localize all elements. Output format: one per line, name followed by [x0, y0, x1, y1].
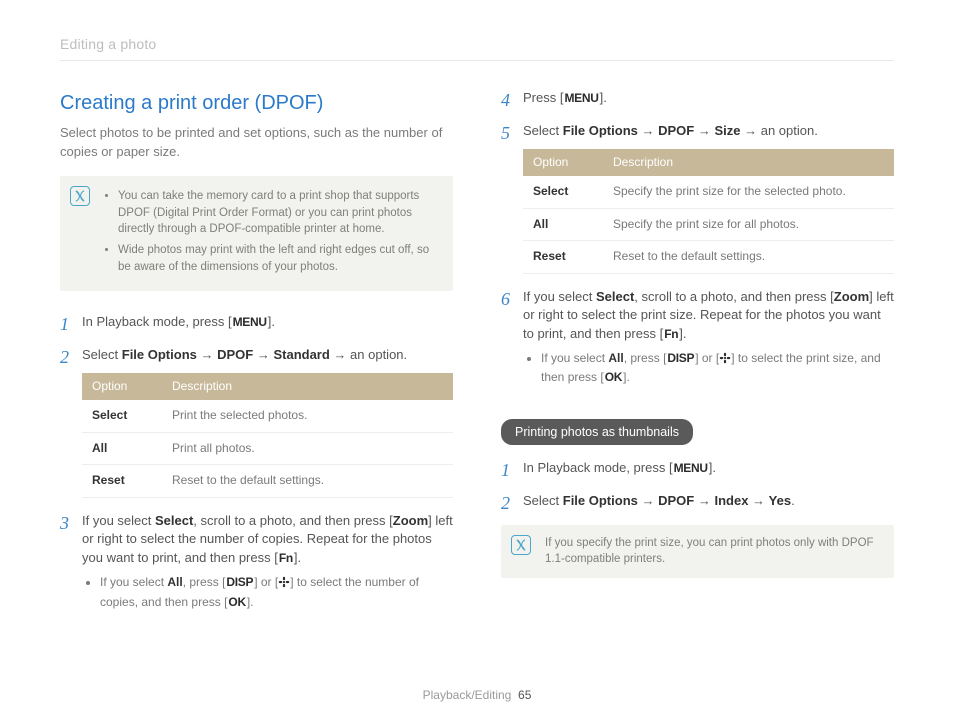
table-row: AllSpecify the print size for all photos… — [523, 208, 894, 240]
step-6: 6 If you select Select, scroll to a phot… — [501, 288, 894, 387]
step-number: 2 — [501, 490, 510, 516]
step-number: 4 — [501, 87, 510, 113]
step-5: 5 Select File Options → DPOF → Size → an… — [501, 122, 894, 273]
table-header: Option — [523, 149, 603, 176]
disp-key-icon: DISP — [225, 574, 254, 591]
note-box: You can take the memory card to a print … — [60, 176, 453, 291]
thumb-step-1: 1 In Playback mode, press [MENU]. — [501, 459, 894, 478]
note-item: Wide photos may print with the left and … — [118, 242, 439, 275]
table-row: AllPrint all photos. — [82, 432, 453, 464]
step-text: In Playback mode, press [ — [82, 314, 232, 329]
right-column: 4 Press [MENU]. 5 Select File Options → … — [501, 89, 894, 625]
menu-key-icon: MENU — [563, 90, 599, 107]
footer-section: Playback/Editing — [423, 688, 512, 702]
menu-path: DPOF — [217, 347, 253, 362]
breadcrumb: Editing a photo — [60, 34, 894, 61]
page-number: 65 — [518, 688, 531, 702]
step-text: Select — [82, 347, 122, 362]
note-icon — [70, 186, 90, 206]
table-header: Description — [603, 149, 894, 176]
left-column: Creating a print order (DPOF) Select pho… — [60, 89, 453, 625]
step-text: ]. — [268, 314, 275, 329]
table-row: SelectSpecify the print size for the sel… — [523, 176, 894, 208]
step-number: 1 — [60, 311, 69, 337]
subsection-pill: Printing photos as thumbnails — [501, 419, 693, 445]
fn-key-icon: Fn — [663, 326, 679, 343]
table-row: ResetReset to the default settings. — [82, 465, 453, 497]
note-box: If you specify the print size, you can p… — [501, 525, 894, 578]
step-number: 6 — [501, 286, 510, 312]
step-number: 1 — [501, 457, 510, 483]
table-header: Option — [82, 373, 162, 400]
ok-key-icon: OK — [604, 369, 623, 386]
sub-bullet: If you select All, press [DISP] or [] to… — [100, 574, 453, 611]
step-number: 3 — [60, 510, 69, 536]
menu-key-icon: MENU — [673, 460, 709, 477]
fn-key-icon: Fn — [278, 550, 294, 567]
options-table: OptionDescription SelectPrint the select… — [82, 373, 453, 498]
thumb-step-2: 2 Select File Options → DPOF → Index → Y… — [501, 492, 894, 511]
note-item: You can take the memory card to a print … — [118, 188, 439, 238]
macro-flower-icon — [719, 352, 731, 369]
menu-path: File Options — [122, 347, 197, 362]
step-4: 4 Press [MENU]. — [501, 89, 894, 108]
step-2: 2 Select File Options → DPOF → Standard … — [60, 346, 453, 497]
step-number: 5 — [501, 120, 510, 146]
note-text: If you specify the print size, you can p… — [545, 537, 874, 566]
sub-bullet: If you select All, press [DISP] or [] to… — [541, 350, 894, 387]
options-table: OptionDescription SelectSpecify the prin… — [523, 149, 894, 274]
step-1: 1 In Playback mode, press [MENU]. — [60, 313, 453, 332]
table-header: Description — [162, 373, 453, 400]
macro-flower-icon — [278, 576, 290, 593]
section-intro: Select photos to be printed and set opti… — [60, 124, 453, 162]
note-icon — [511, 535, 531, 555]
table-row: SelectPrint the selected photos. — [82, 400, 453, 432]
table-row: ResetReset to the default settings. — [523, 241, 894, 273]
disp-key-icon: DISP — [666, 350, 695, 367]
menu-path: Standard — [273, 347, 329, 362]
page-footer: Playback/Editing 65 — [0, 687, 954, 704]
step-number: 2 — [60, 344, 69, 370]
menu-key-icon: MENU — [232, 314, 268, 331]
ok-key-icon: OK — [227, 594, 246, 611]
step-3: 3 If you select Select, scroll to a phot… — [60, 512, 453, 611]
section-heading: Creating a print order (DPOF) — [60, 89, 453, 118]
